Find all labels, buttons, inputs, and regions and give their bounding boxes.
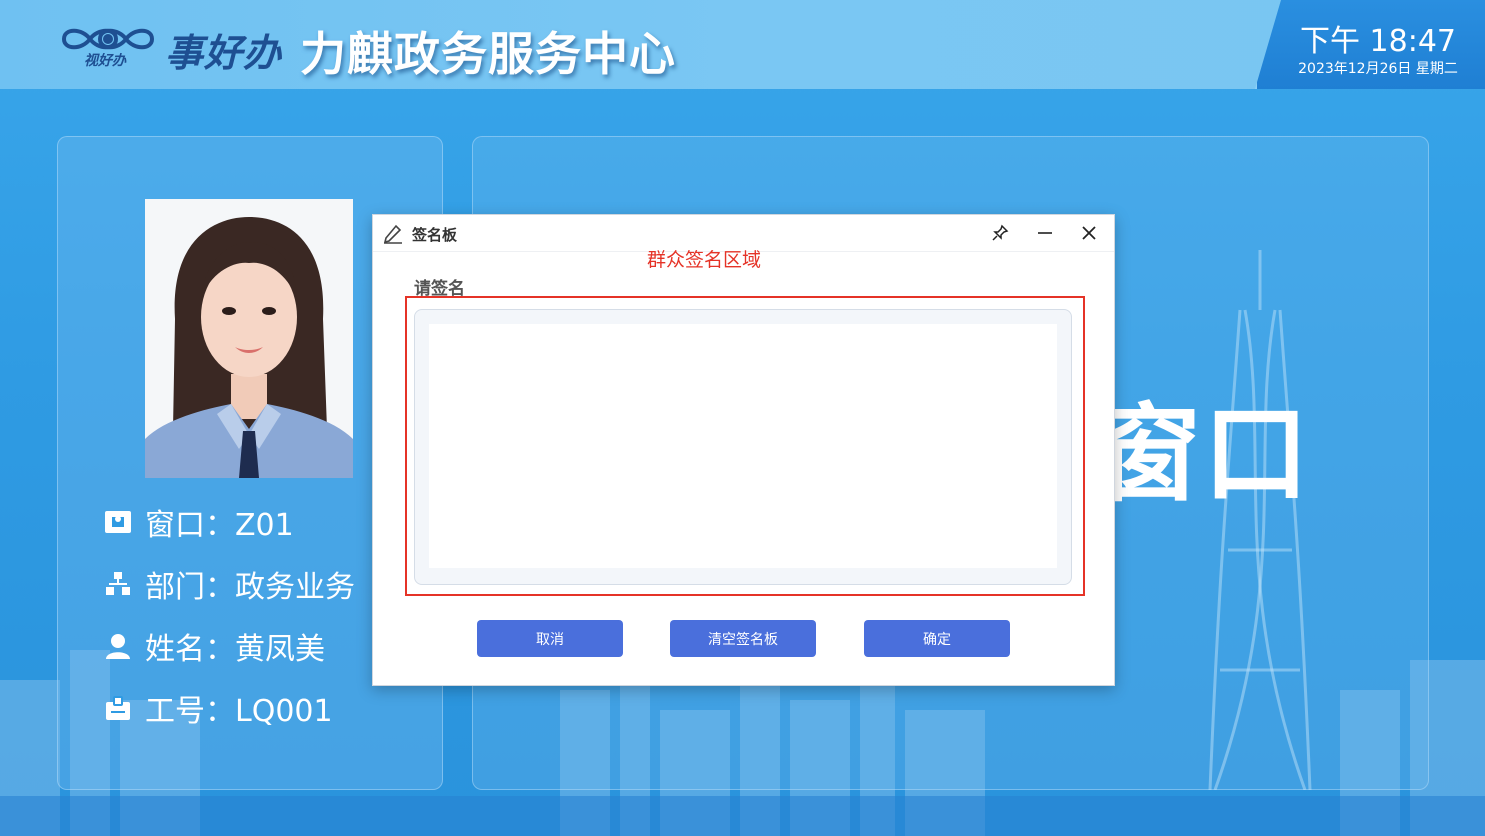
employee-id-value: 工号：LQ001: [145, 694, 333, 729]
pen-icon: [383, 224, 402, 244]
cancel-button[interactable]: 取消: [477, 620, 623, 657]
pin-button[interactable]: [987, 221, 1013, 245]
clear-signature-button[interactable]: 清空签名板: [670, 620, 816, 657]
user-icon: [103, 631, 133, 661]
staff-photo: [145, 199, 353, 478]
name-value: 姓名：黄凤美: [145, 632, 325, 667]
header: 视好办 事好办 力麒政务服务中心 下午 18:47 2023年12月26日 星期…: [0, 0, 1485, 89]
signature-canvas[interactable]: [429, 324, 1057, 568]
pin-icon: [992, 224, 1009, 241]
clock-panel: 下午 18:47 2023年12月26日 星期二: [1255, 0, 1485, 89]
id-badge-icon: [103, 693, 133, 723]
window-counter-icon: [103, 507, 133, 537]
org-chart-icon: [103, 569, 133, 599]
info-employee-id: 工号：LQ001: [103, 688, 333, 729]
minimize-icon: [1038, 232, 1052, 234]
info-name: 姓名：黄凤美: [103, 626, 325, 667]
logo-subtitle: 视好办: [84, 53, 126, 69]
logo-name: 事好办: [165, 31, 283, 75]
window-value: 窗口：Z01: [145, 508, 294, 543]
signature-dialog: 签名板 群众签名区域 请签名 取消 清空签名板 确定: [372, 214, 1115, 686]
minimize-button[interactable]: [1032, 221, 1058, 245]
signature-area-annotation: 群众签名区域: [647, 249, 762, 271]
info-department: 部门：政务业务: [103, 564, 355, 605]
close-icon: [1082, 226, 1096, 240]
clock-date: 2023年12月26日 星期二: [1298, 61, 1458, 77]
page-title: 力麒政务服务中心: [300, 27, 676, 81]
dialog-title: 签名板: [412, 226, 458, 244]
confirm-button[interactable]: 确定: [864, 620, 1010, 657]
clock-time: 下午 18:47: [1300, 24, 1456, 59]
signature-pad-frame: [414, 309, 1072, 585]
window-display-text: 窗口: [1095, 393, 1311, 516]
close-button[interactable]: [1076, 221, 1102, 245]
department-value: 部门：政务业务: [145, 570, 355, 605]
info-window: 窗口：Z01: [103, 502, 294, 543]
